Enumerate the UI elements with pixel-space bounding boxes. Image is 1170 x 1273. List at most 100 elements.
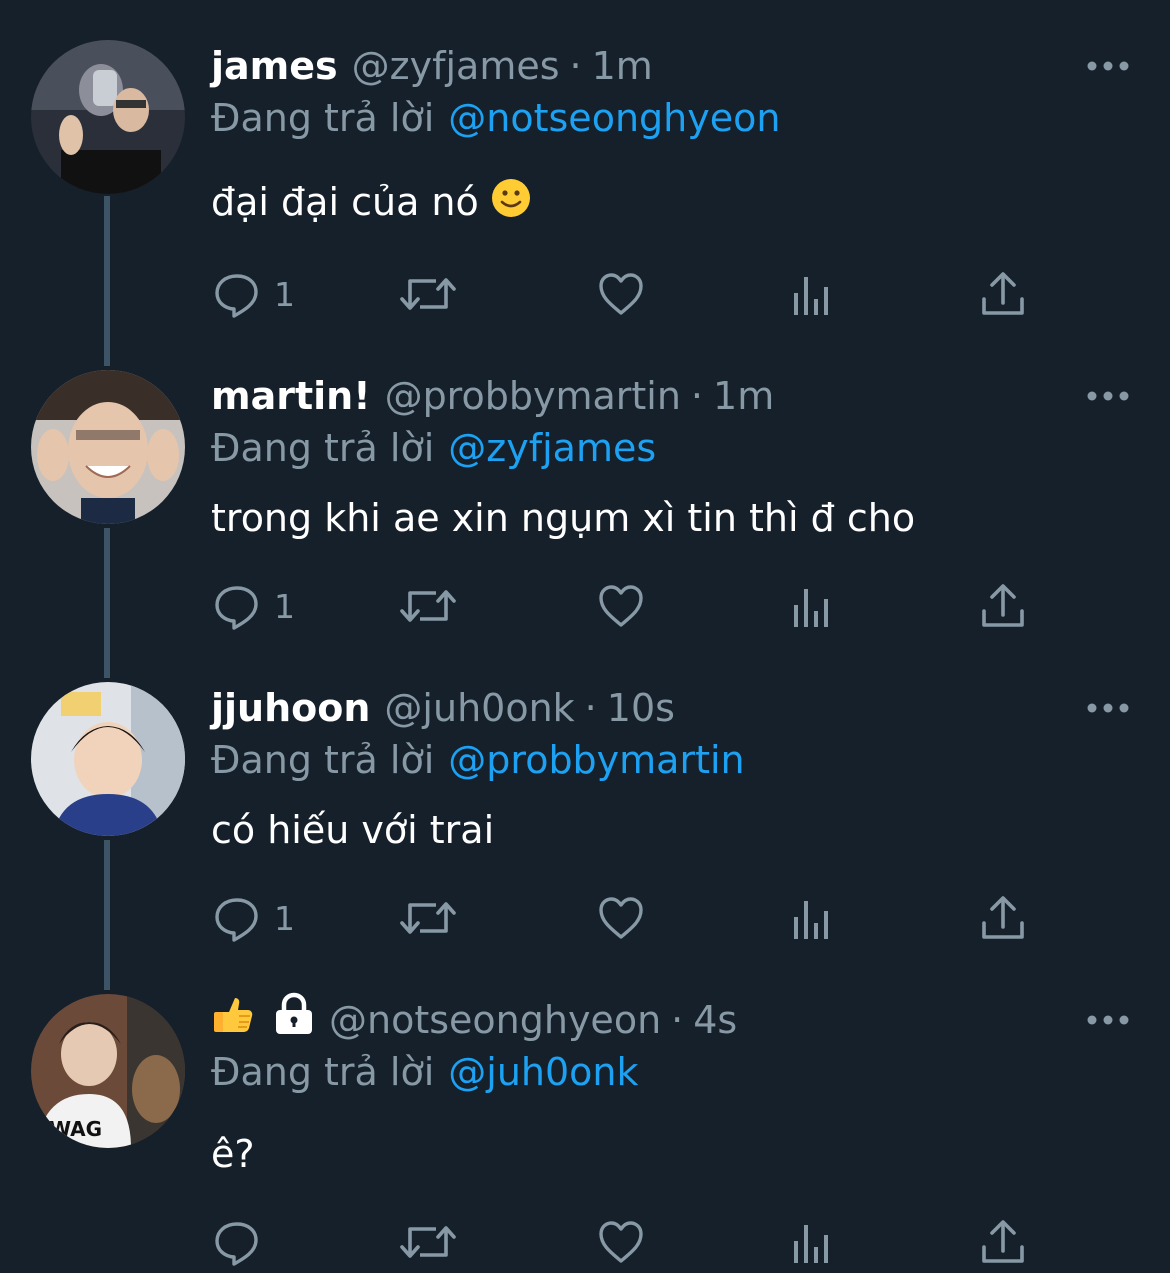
timestamp[interactable]: 4s: [693, 994, 737, 1046]
replying-to: Đang trả lời @probbymartin: [211, 734, 745, 786]
analytics-button[interactable]: [790, 264, 834, 324]
more-icon[interactable]: [1086, 54, 1130, 78]
timestamp[interactable]: 1m: [592, 40, 653, 92]
share-button[interactable]: [980, 264, 1026, 324]
reply-count: 1: [274, 898, 295, 938]
separator: ·: [569, 44, 582, 88]
retweet-button[interactable]: [398, 888, 458, 948]
share-icon: [980, 1217, 1026, 1267]
analytics-button[interactable]: [790, 888, 834, 948]
username[interactable]: @probbymartin: [385, 370, 681, 422]
tweet-text: đại đại của nó: [211, 176, 531, 231]
username[interactable]: @notseonghyeon: [329, 994, 661, 1046]
share-icon: [980, 581, 1026, 631]
smile-emoji-icon: [491, 178, 531, 231]
tweet[interactable]: martin! @probbymartin · 1m Đang trả lời @…: [0, 370, 1170, 660]
reply-button[interactable]: 1: [212, 888, 295, 948]
reply-mention-link[interactable]: @notseonghyeon: [448, 96, 780, 140]
analytics-icon: [790, 1217, 834, 1267]
share-button[interactable]: [980, 576, 1026, 636]
avatar[interactable]: [31, 682, 185, 836]
reply-count: 1: [274, 586, 295, 626]
separator: ·: [690, 374, 704, 418]
tweet-header: jjuhoon @juh0onk · 10s: [211, 682, 675, 734]
like-button[interactable]: [596, 1212, 646, 1272]
analytics-button[interactable]: [790, 576, 834, 636]
more-icon[interactable]: [1086, 384, 1130, 408]
share-button[interactable]: [980, 1212, 1026, 1272]
share-icon: [980, 269, 1026, 319]
share-button[interactable]: [980, 888, 1026, 948]
separator: ·: [584, 686, 597, 730]
tweet-text: trong khi ae xin ngụm xì tin thì đ cho: [211, 496, 916, 540]
analytics-icon: [790, 893, 834, 943]
share-icon: [980, 893, 1026, 943]
replying-to-label: Đang trả lời: [211, 1050, 435, 1094]
reply-mention-link[interactable]: @zyfjames: [448, 426, 656, 470]
retweet-icon: [398, 893, 458, 943]
avatar[interactable]: [31, 40, 185, 194]
tweet-text: có hiếu với trai: [211, 808, 495, 852]
analytics-button[interactable]: [790, 1212, 834, 1272]
tweet-actions: 1: [200, 264, 1100, 324]
retweet-button[interactable]: [398, 576, 458, 636]
retweet-icon: [398, 1217, 458, 1267]
replying-to: Đang trả lời @juh0onk: [211, 1046, 639, 1098]
retweet-button[interactable]: [398, 1212, 458, 1272]
replying-to-label: Đang trả lời: [211, 426, 435, 470]
reply-button[interactable]: 1: [212, 264, 295, 324]
comment-icon: [212, 269, 262, 319]
replying-to-label: Đang trả lời: [211, 96, 435, 140]
retweet-icon: [398, 581, 458, 631]
reply-button[interactable]: [212, 1212, 274, 1272]
tweet-header: 👍 🔒 @notseonghyeon · 4s: [211, 992, 737, 1049]
display-name[interactable]: 👍 🔒: [211, 992, 315, 1049]
reply-count: 1: [274, 274, 295, 314]
avatar[interactable]: WAG: [31, 994, 185, 1148]
heart-icon: [596, 581, 646, 631]
tweet-header: james @zyfjames · 1m: [211, 40, 653, 92]
analytics-icon: [790, 581, 834, 631]
username[interactable]: @zyfjames: [352, 40, 560, 92]
retweet-icon: [398, 269, 458, 319]
tweet-text: ê?: [211, 1132, 255, 1176]
reply-mention-link[interactable]: @probbymartin: [448, 738, 744, 782]
like-button[interactable]: [596, 888, 646, 948]
timestamp[interactable]: 10s: [607, 682, 675, 734]
tweet-actions: 1: [200, 576, 1100, 636]
tweet-text-content: đại đại của nó: [211, 180, 479, 224]
replying-to: Đang trả lời @zyfjames: [211, 422, 656, 474]
reply-mention-link[interactable]: @juh0onk: [448, 1050, 638, 1094]
replying-to-label: Đang trả lời: [211, 738, 435, 782]
username[interactable]: @juh0onk: [384, 682, 574, 734]
heart-icon: [596, 1217, 646, 1267]
tweet[interactable]: jjuhoon @juh0onk · 10s Đang trả lời @prob…: [0, 682, 1170, 972]
replying-to: Đang trả lời @notseonghyeon: [211, 92, 780, 144]
separator: ·: [671, 998, 684, 1042]
lock-icon: [273, 992, 315, 1049]
display-name[interactable]: james: [211, 40, 338, 92]
avatar[interactable]: [31, 370, 185, 524]
thumbs-up-emoji-icon: [211, 992, 255, 1049]
display-name[interactable]: martin!: [211, 370, 371, 422]
like-button[interactable]: [596, 576, 646, 636]
more-icon[interactable]: [1086, 696, 1130, 720]
tweet-actions: 1: [200, 888, 1100, 948]
more-icon[interactable]: [1086, 1008, 1130, 1032]
comment-icon: [212, 893, 262, 943]
tweet[interactable]: james @zyfjames · 1m Đang trả lời @notseo…: [0, 40, 1170, 330]
reply-button[interactable]: 1: [212, 576, 295, 636]
comment-icon: [212, 581, 262, 631]
tweet[interactable]: WAG 👍 🔒 @notseonghyeon · 4s Đang trả lời…: [0, 992, 1170, 1273]
analytics-icon: [790, 269, 834, 319]
timestamp[interactable]: 1m: [713, 370, 774, 422]
tweet-header: martin! @probbymartin · 1m: [211, 370, 774, 422]
tweet-actions: [200, 1212, 1100, 1272]
heart-icon: [596, 893, 646, 943]
like-button[interactable]: [596, 264, 646, 324]
heart-icon: [596, 269, 646, 319]
svg-text:WAG: WAG: [49, 1117, 102, 1141]
retweet-button[interactable]: [398, 264, 458, 324]
display-name[interactable]: jjuhoon: [211, 682, 370, 734]
comment-icon: [212, 1217, 262, 1267]
